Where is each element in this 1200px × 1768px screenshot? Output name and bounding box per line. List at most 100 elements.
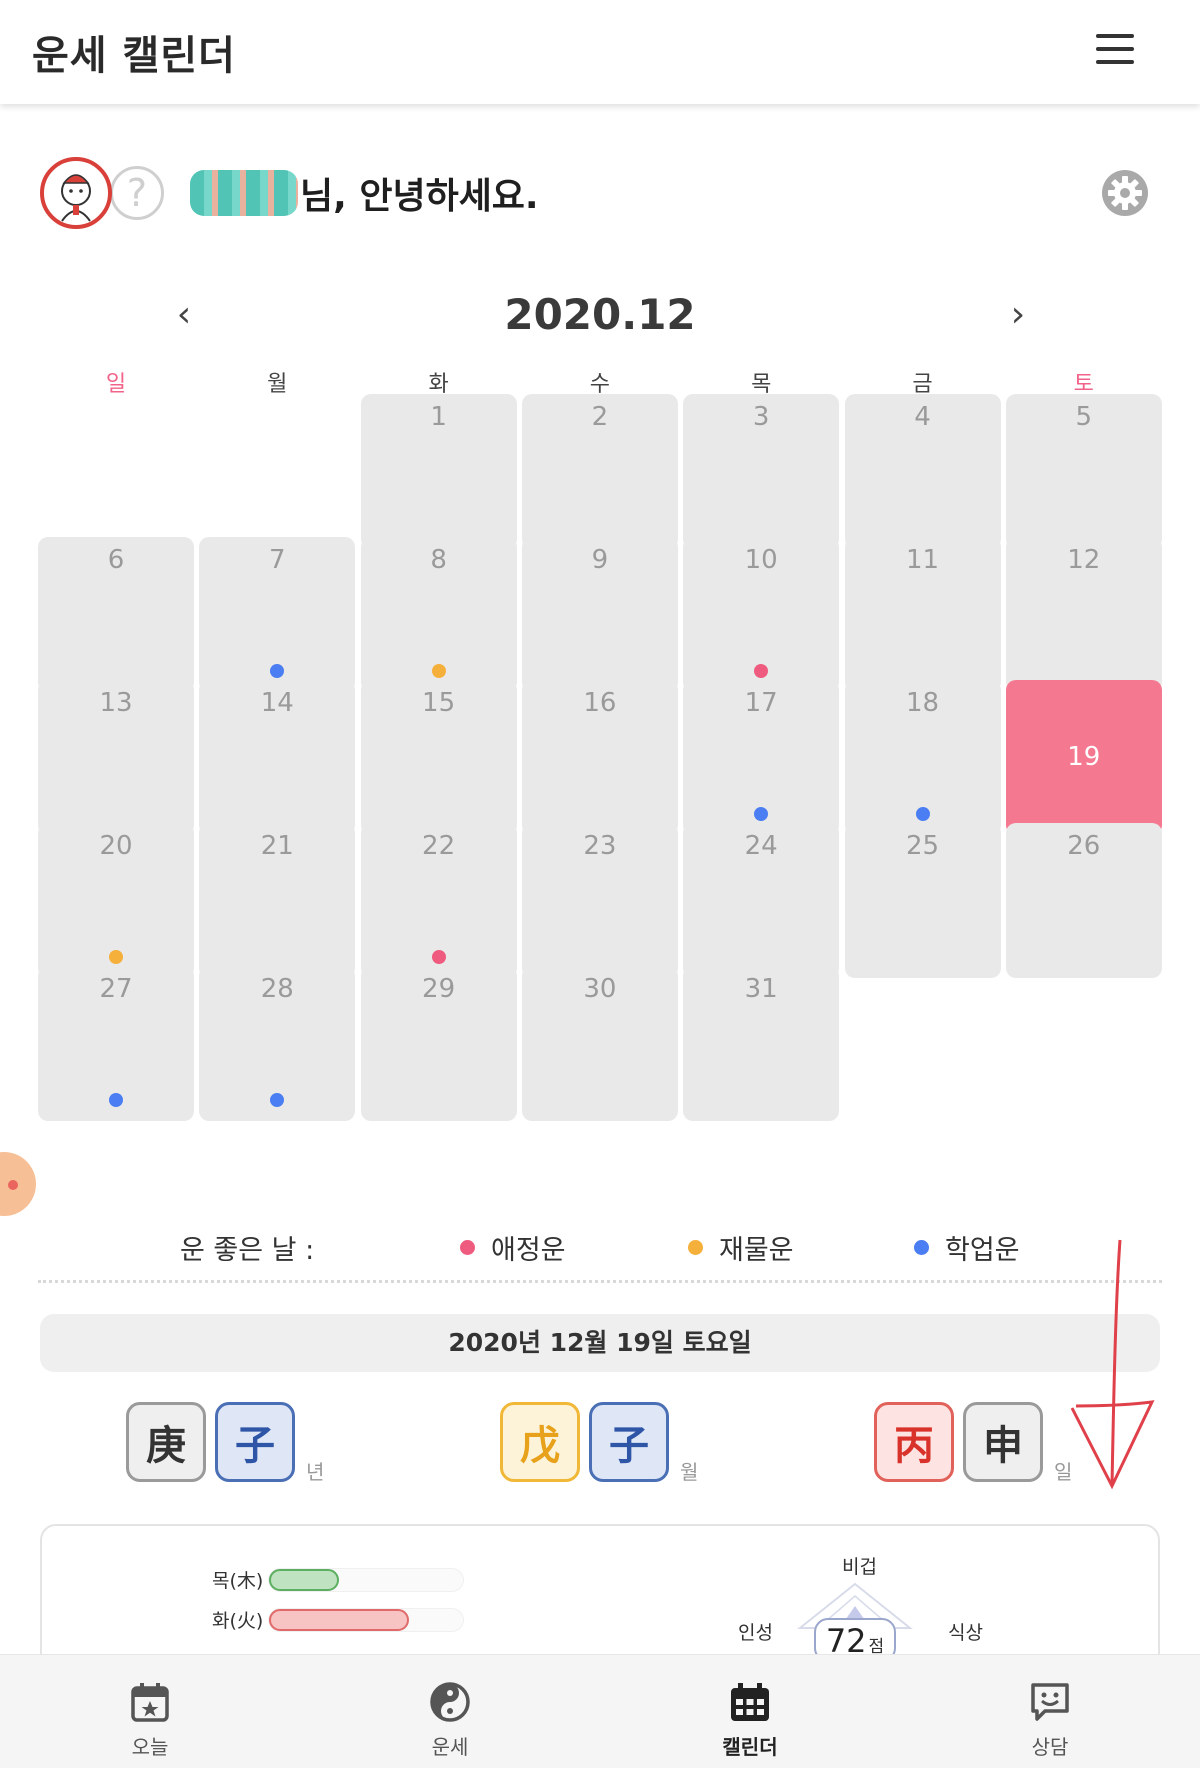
pillars-row: 庚 子 년 戊 子 월 丙 申 일 bbox=[0, 1402, 1200, 1486]
day-number: 23 bbox=[583, 831, 617, 861]
day-cell[interactable]: 6 bbox=[38, 537, 194, 692]
day-cell[interactable]: 23 bbox=[521, 823, 678, 978]
annotation-arrow-icon bbox=[1070, 1239, 1155, 1490]
day-cell[interactable]: 26 bbox=[1005, 823, 1162, 978]
app-title: 운세 캘린더 bbox=[32, 33, 236, 79]
love-dot-icon bbox=[460, 1240, 475, 1255]
day-number: 18 bbox=[905, 688, 940, 718]
wealth-dot-icon bbox=[431, 664, 446, 678]
tab-today-label: 오늘 bbox=[131, 1735, 169, 1759]
day-cell[interactable]: 12 bbox=[1005, 537, 1162, 692]
help-icon[interactable]: ? bbox=[110, 166, 164, 220]
day-stem-char[interactable]: 丙 bbox=[874, 1402, 954, 1482]
day-cell[interactable]: 27 bbox=[38, 966, 194, 1121]
day-cell[interactable]: 10 bbox=[683, 537, 840, 692]
day-cell[interactable]: 7 bbox=[199, 537, 356, 692]
study-dot-icon bbox=[914, 1240, 929, 1255]
day-cell[interactable]: 17 bbox=[683, 680, 840, 835]
day-cell[interactable]: 25 bbox=[844, 823, 1001, 978]
tab-consult[interactable]: 상담 bbox=[900, 1655, 1200, 1768]
day-cell[interactable]: 16 bbox=[521, 680, 678, 835]
user-name-blurred bbox=[190, 170, 298, 216]
tab-fortune[interactable]: 운세 bbox=[300, 1655, 600, 1768]
day-cell[interactable]: 1 bbox=[360, 394, 517, 549]
day-number: 25 bbox=[905, 831, 940, 861]
day-number: 19 bbox=[1067, 742, 1101, 772]
month-navigation: ‹ 2020.12 › bbox=[0, 286, 1200, 346]
wealth-dot-icon bbox=[109, 950, 123, 964]
day-cell[interactable]: 29 bbox=[360, 966, 517, 1121]
day-cell[interactable]: 2 bbox=[521, 394, 678, 549]
greeting-row: ? 님, 안녕하세요. bbox=[40, 156, 1160, 230]
year-branch-char[interactable]: 子 bbox=[215, 1402, 295, 1482]
love-dot-icon bbox=[431, 950, 446, 964]
calendar-star-icon bbox=[131, 1683, 169, 1722]
day-number: 15 bbox=[422, 688, 456, 718]
tab-calendar[interactable]: 캘린더 bbox=[600, 1655, 900, 1768]
day-cell[interactable]: 18 bbox=[844, 680, 1001, 835]
tab-consult-label: 상담 bbox=[1031, 1735, 1069, 1759]
wealth-dot-icon bbox=[688, 1240, 703, 1255]
day-cell[interactable]: 11 bbox=[844, 537, 1001, 692]
day-number: 28 bbox=[260, 974, 294, 1004]
day-number: 30 bbox=[583, 974, 617, 1004]
study-dot-icon bbox=[754, 807, 769, 821]
day-cell[interactable]: 30 bbox=[521, 966, 678, 1121]
day-cell[interactable]: 21 bbox=[199, 823, 356, 978]
menu-icon[interactable] bbox=[1096, 34, 1134, 64]
day-number: 13 bbox=[99, 688, 133, 718]
day-cell[interactable]: 15 bbox=[360, 680, 517, 835]
avatar[interactable] bbox=[40, 157, 112, 229]
study-dot-icon bbox=[915, 807, 930, 821]
day-cell[interactable]: 14 bbox=[199, 680, 356, 835]
radar-label-siksang: 식상 bbox=[948, 1622, 983, 1644]
divider bbox=[38, 1280, 1162, 1283]
calendar-icon bbox=[731, 1683, 769, 1721]
element-label: 목(木) bbox=[212, 1570, 264, 1592]
legend-label: 운 좋은 날 : bbox=[180, 1235, 315, 1266]
day-cell[interactable]: 22 bbox=[360, 823, 517, 978]
year-stem-char[interactable]: 庚 bbox=[126, 1402, 206, 1482]
day-number: 31 bbox=[744, 974, 778, 1004]
day-cell[interactable]: 24 bbox=[683, 823, 840, 978]
day-cell[interactable]: 20 bbox=[38, 823, 194, 978]
weekday-header: 일월화수목금토 bbox=[38, 366, 1162, 397]
day-branch-char[interactable]: 申 bbox=[963, 1402, 1043, 1482]
day-cell[interactable]: 31 bbox=[683, 966, 840, 1121]
day-number: 9 bbox=[591, 545, 609, 575]
element-bar-wood: 목(木) bbox=[212, 1566, 464, 1593]
year-suffix: 년 bbox=[306, 1460, 325, 1484]
day-cell[interactable]: 19 bbox=[1005, 680, 1162, 835]
study-dot-icon bbox=[270, 1093, 285, 1107]
next-month-button[interactable]: › bbox=[998, 294, 1038, 335]
day-number: 6 bbox=[107, 545, 125, 575]
element-track bbox=[268, 1567, 464, 1592]
day-number: 11 bbox=[905, 545, 940, 575]
day-number: 14 bbox=[260, 688, 294, 718]
day-cell[interactable]: 8 bbox=[360, 537, 517, 692]
day-number: 4 bbox=[914, 402, 931, 432]
day-cell[interactable]: 13 bbox=[38, 680, 194, 835]
gear-icon[interactable] bbox=[1100, 168, 1150, 218]
month-stem-char[interactable]: 戊 bbox=[500, 1402, 580, 1482]
element-fill bbox=[269, 1568, 339, 1591]
day-number: 5 bbox=[1075, 402, 1093, 432]
greeting-text: 님, 안녕하세요. bbox=[300, 176, 539, 217]
floating-action-button[interactable] bbox=[0, 1152, 36, 1216]
tab-today[interactable]: 오늘 bbox=[0, 1655, 300, 1768]
day-cell[interactable]: 5 bbox=[1005, 394, 1162, 549]
radar-label-bigeop: 비겁 bbox=[842, 1556, 877, 1578]
day-number: 20 bbox=[99, 831, 133, 861]
day-cell[interactable]: 3 bbox=[683, 394, 840, 549]
day-number: 27 bbox=[99, 974, 133, 1004]
day-cell[interactable]: 9 bbox=[521, 537, 678, 692]
bottom-navigation: 오늘 운세 캘린더 상담 bbox=[0, 1654, 1200, 1768]
element-label: 화(火) bbox=[212, 1610, 264, 1632]
app-bar: 운세 캘린더 bbox=[0, 0, 1200, 104]
month-suffix: 월 bbox=[680, 1460, 699, 1484]
radar-label-inseong: 인성 bbox=[738, 1622, 773, 1644]
day-cell[interactable]: 4 bbox=[844, 394, 1001, 549]
legend-item-love: 애정운 bbox=[460, 1228, 566, 1267]
day-cell[interactable]: 28 bbox=[199, 966, 356, 1121]
month-branch-char[interactable]: 子 bbox=[589, 1402, 669, 1482]
